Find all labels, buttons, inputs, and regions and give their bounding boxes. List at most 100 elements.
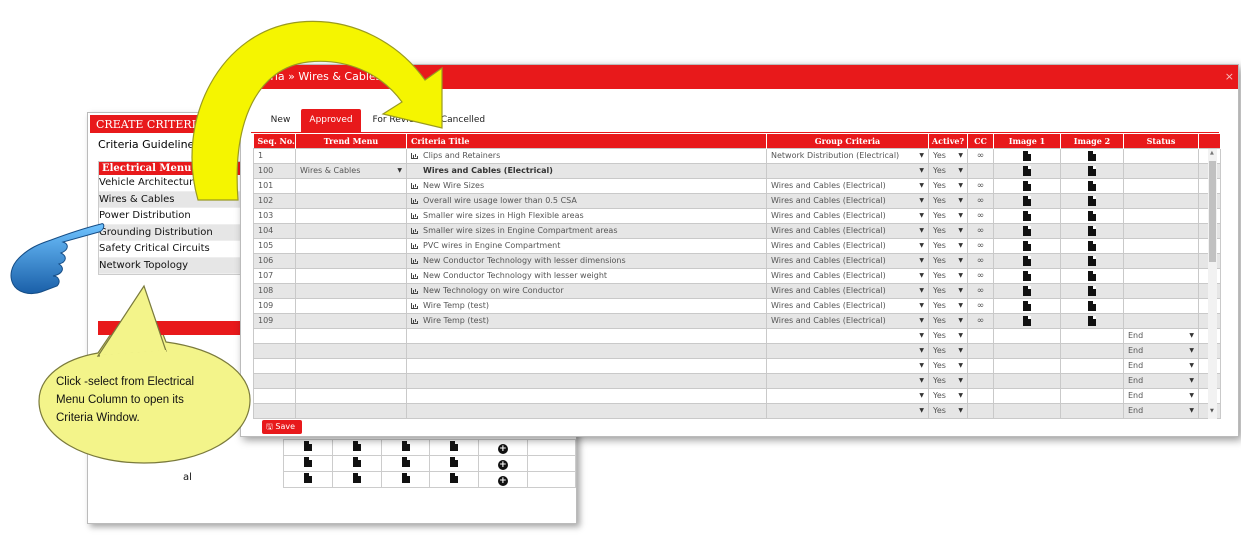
file-upload-icon[interactable] bbox=[304, 441, 313, 451]
active-cell[interactable]: Yes ▼ bbox=[928, 192, 968, 209]
group-cell[interactable]: Wires and Cables (Electrical) ▼ bbox=[766, 192, 929, 209]
scroll-up-icon[interactable]: ▲ bbox=[1210, 150, 1214, 156]
file-upload-icon[interactable] bbox=[1088, 285, 1096, 296]
file-upload-icon[interactable] bbox=[1023, 195, 1031, 206]
scroll-down-icon[interactable]: ▼ bbox=[1210, 408, 1214, 414]
link-icon[interactable]: ∞ bbox=[967, 282, 994, 299]
table-row[interactable]: 106 New Conductor Technology with lesser … bbox=[253, 252, 1221, 269]
link-icon[interactable]: ∞ bbox=[967, 252, 994, 269]
menu-item-network-topology[interactable]: Network Topology bbox=[99, 257, 257, 274]
table-row[interactable]: 108 New Technology on wire Conductor Wires… bbox=[253, 282, 1221, 299]
active-cell[interactable]: Yes ▼ bbox=[928, 327, 968, 344]
save-button[interactable]: 🖫 Save bbox=[262, 420, 302, 434]
link-icon[interactable]: ∞ bbox=[967, 312, 994, 329]
menu-item-grounding-distribution[interactable]: Grounding Distribution bbox=[99, 224, 257, 241]
file-upload-icon[interactable] bbox=[304, 457, 313, 467]
file-upload-icon[interactable] bbox=[1023, 315, 1031, 326]
group-cell[interactable]: Wires and Cables (Electrical) ▼ bbox=[766, 282, 929, 299]
status-cell[interactable]: End ▼ bbox=[1123, 402, 1199, 419]
table-row[interactable]: 109 Wire Temp (test) Wires and Cables (Ele… bbox=[253, 297, 1221, 314]
menu-item-power-distribution[interactable]: Power Distribution bbox=[99, 208, 257, 225]
active-cell[interactable]: Yes ▼ bbox=[928, 387, 968, 404]
active-cell[interactable]: Yes ▼ bbox=[928, 372, 968, 389]
active-cell[interactable]: Yes ▼ bbox=[928, 207, 968, 224]
title-cell[interactable]: New Conductor Technology with lesser wei… bbox=[406, 267, 767, 284]
file-upload-icon[interactable] bbox=[1088, 240, 1096, 251]
active-cell[interactable]: Yes ▼ bbox=[928, 162, 968, 179]
group-cell[interactable]: Wires and Cables (Electrical) ▼ bbox=[766, 297, 929, 314]
file-upload-icon[interactable] bbox=[401, 473, 410, 483]
group-cell[interactable]: Wires and Cables (Electrical) ▼ bbox=[766, 222, 929, 239]
status-cell[interactable]: End ▼ bbox=[1123, 357, 1199, 374]
table-row[interactable]: ▼ Yes ▼ End ▼ bbox=[253, 327, 1221, 344]
file-upload-icon[interactable] bbox=[450, 473, 459, 483]
file-upload-icon[interactable] bbox=[1023, 240, 1031, 251]
add-icon[interactable]: + bbox=[497, 476, 508, 486]
active-cell[interactable]: Yes ▼ bbox=[928, 357, 968, 374]
table-row[interactable]: 105 PVC wires in Engine Compartment Wires … bbox=[253, 237, 1221, 254]
add-icon[interactable]: + bbox=[497, 444, 508, 454]
group-cell[interactable]: Network Distribution (Electrical) ▼ bbox=[766, 147, 929, 164]
add-icon[interactable]: + bbox=[497, 460, 508, 470]
file-upload-icon[interactable] bbox=[1088, 195, 1096, 206]
active-cell[interactable]: Yes ▼ bbox=[928, 297, 968, 314]
active-cell[interactable]: Yes ▼ bbox=[928, 267, 968, 284]
active-cell[interactable]: Yes ▼ bbox=[928, 237, 968, 254]
file-upload-icon[interactable] bbox=[1023, 270, 1031, 281]
table-row[interactable]: ▼ Yes ▼ End ▼ bbox=[253, 342, 1221, 359]
group-cell[interactable]: Wires and Cables (Electrical) ▼ bbox=[766, 267, 929, 284]
group-cell[interactable]: Wires and Cables (Electrical) ▼ bbox=[766, 207, 929, 224]
active-cell[interactable]: Yes ▼ bbox=[928, 402, 968, 419]
active-cell[interactable]: Yes ▼ bbox=[928, 177, 968, 194]
title-cell[interactable]: Smaller wire sizes in Engine Compartment… bbox=[406, 222, 767, 239]
file-upload-icon[interactable] bbox=[1088, 210, 1096, 221]
file-upload-icon[interactable] bbox=[304, 473, 313, 483]
table-row[interactable]: 109 Wire Temp (test) Wires and Cables (Ele… bbox=[253, 312, 1221, 329]
table-row[interactable]: ▼ Yes ▼ End ▼ bbox=[253, 387, 1221, 404]
file-upload-icon[interactable] bbox=[1088, 255, 1096, 266]
col-active[interactable]: Active? bbox=[928, 134, 968, 148]
file-upload-icon[interactable] bbox=[1023, 165, 1031, 176]
active-cell[interactable]: Yes ▼ bbox=[928, 282, 968, 299]
group-cell[interactable]: ▼ bbox=[766, 162, 929, 179]
status-cell[interactable]: End ▼ bbox=[1123, 342, 1199, 359]
col-image1[interactable]: Image 1 bbox=[993, 134, 1061, 148]
file-upload-icon[interactable] bbox=[1088, 150, 1096, 161]
status-cell[interactable]: End ▼ bbox=[1123, 372, 1199, 389]
active-cell[interactable]: Yes ▼ bbox=[928, 312, 968, 329]
file-upload-icon[interactable] bbox=[450, 441, 459, 451]
table-row[interactable]: 104 Smaller wire sizes in Engine Compartm… bbox=[253, 222, 1221, 239]
file-upload-icon[interactable] bbox=[1023, 180, 1031, 191]
group-cell[interactable]: Wires and Cables (Electrical) ▼ bbox=[766, 252, 929, 269]
link-icon[interactable]: ∞ bbox=[967, 237, 994, 254]
table-row[interactable]: ▼ Yes ▼ End ▼ bbox=[253, 372, 1221, 389]
file-upload-icon[interactable] bbox=[401, 457, 410, 467]
status-cell[interactable]: End ▼ bbox=[1123, 327, 1199, 344]
title-cell[interactable]: New Technology on wire Conductor bbox=[406, 282, 767, 299]
file-upload-icon[interactable] bbox=[1088, 315, 1096, 326]
active-cell[interactable]: Yes ▼ bbox=[928, 147, 968, 164]
title-cell[interactable]: Wire Temp (test) bbox=[406, 312, 767, 329]
file-upload-icon[interactable] bbox=[1088, 270, 1096, 281]
table-row[interactable]: ▼ Yes ▼ End ▼ bbox=[253, 402, 1221, 419]
file-upload-icon[interactable] bbox=[1023, 285, 1031, 296]
file-upload-icon[interactable] bbox=[1023, 255, 1031, 266]
link-icon[interactable]: ∞ bbox=[967, 222, 994, 239]
col-cc[interactable]: CC bbox=[967, 134, 994, 148]
col-group[interactable]: Group Criteria bbox=[766, 134, 929, 148]
link-icon[interactable]: ∞ bbox=[967, 177, 994, 194]
col-status[interactable]: Status bbox=[1123, 134, 1199, 148]
link-icon[interactable]: ∞ bbox=[967, 192, 994, 209]
title-cell[interactable]: Wire Temp (test) bbox=[406, 297, 767, 314]
file-upload-icon[interactable] bbox=[352, 457, 361, 467]
link-icon[interactable]: ∞ bbox=[967, 147, 994, 164]
status-cell[interactable]: End ▼ bbox=[1123, 387, 1199, 404]
link-icon[interactable] bbox=[967, 162, 994, 179]
file-upload-icon[interactable] bbox=[1088, 180, 1096, 191]
title-cell[interactable]: PVC wires in Engine Compartment bbox=[406, 237, 767, 254]
file-upload-icon[interactable] bbox=[1088, 165, 1096, 176]
table-row[interactable]: 103 Smaller wire sizes in High Flexible a… bbox=[253, 207, 1221, 224]
file-upload-icon[interactable] bbox=[352, 441, 361, 451]
close-icon[interactable]: × bbox=[1225, 70, 1234, 83]
file-upload-icon[interactable] bbox=[1088, 300, 1096, 311]
